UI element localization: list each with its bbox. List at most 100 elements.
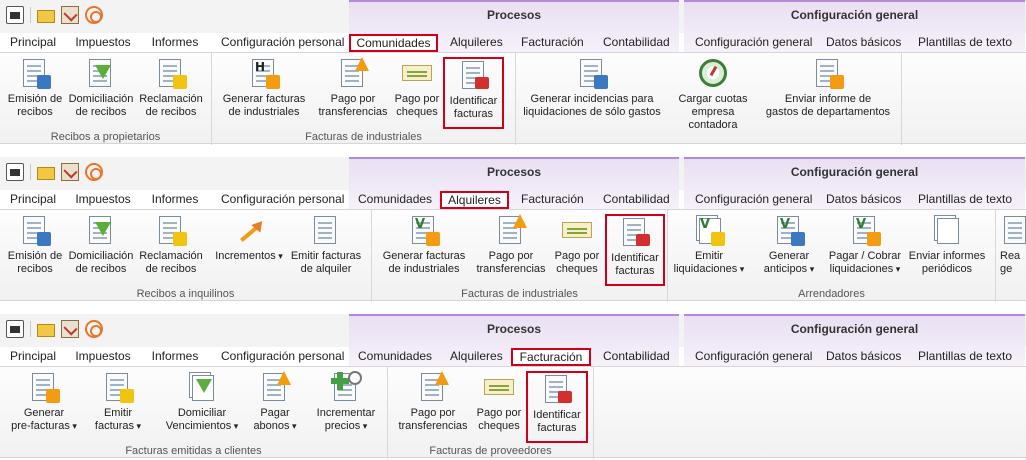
ribbon-body: Emisión de recibos Domiciliación de reci… (0, 209, 1026, 302)
tab-contabilidad[interactable]: Contabilidad (603, 348, 670, 366)
coins-document-icon: V (849, 214, 881, 246)
group-recibos-propietarios: Emisión de recibos Domiciliación de reci… (0, 53, 212, 145)
pre-invoice-icon (28, 371, 60, 403)
tab-datos-basicos[interactable]: Datos básicos (826, 348, 901, 366)
signal-icon[interactable] (85, 320, 103, 338)
tab-datos-basicos[interactable]: Datos básicos (826, 191, 901, 209)
toolbar-separator (30, 164, 31, 180)
tab-facturacion[interactable]: Facturación (511, 348, 591, 366)
tab-impuestos[interactable]: Impuestos (75, 34, 131, 52)
invoice-v-icon: V (408, 214, 440, 246)
emitir-facturas-button[interactable]: Emitir facturas (86, 371, 150, 433)
generar-facturas-industriales-button[interactable]: H Generar facturas de industriales (218, 57, 310, 119)
calendar-icon[interactable] (6, 6, 24, 24)
tab-alquileres[interactable]: Alquileres (450, 34, 503, 52)
signal-icon[interactable] (85, 163, 103, 181)
tab-facturacion[interactable]: Facturación (521, 34, 584, 52)
ribbon-comunidades: Procesos Configuración general Principal… (0, 0, 1026, 150)
tab-contabilidad[interactable]: Contabilidad (603, 191, 670, 209)
pagar-cobrar-liquidaciones-button[interactable]: V Pagar / Cobrar liquidaciones (826, 214, 904, 276)
mail-icon[interactable] (37, 323, 55, 337)
tab-informes[interactable]: Informes (151, 191, 199, 209)
generar-facturas-industriales-button[interactable]: V Generar facturas de industriales (378, 214, 470, 276)
pago-transferencias-button[interactable]: Pago por transferencias (316, 57, 390, 119)
context-group-title: Procesos (486, 322, 542, 336)
tab-plantillas-de-texto[interactable]: Plantillas de texto (918, 191, 1012, 209)
group-facturas-industriales: V Generar facturas de industriales Pago … (372, 210, 668, 302)
enviar-informe-gastos-button[interactable]: Enviar informe de gastos de departamento… (764, 57, 892, 119)
tab-comunidades[interactable]: Comunidades (349, 34, 438, 52)
incrementar-precios-button[interactable]: Incrementar precios (310, 371, 382, 433)
emision-recibos-button[interactable]: Emisión de recibos (4, 57, 66, 119)
cheque-icon (401, 57, 433, 89)
tab-principal[interactable]: Principal (10, 191, 56, 209)
tab-informes[interactable]: Informes (151, 34, 199, 52)
domiciliacion-recibos-button[interactable]: Domiciliación de recibos (68, 214, 134, 276)
tab-impuestos[interactable]: Impuestos (75, 348, 131, 366)
tab-impuestos[interactable]: Impuestos (75, 191, 131, 209)
identificar-facturas-button[interactable]: Identificar facturas (526, 371, 588, 443)
tab-plantillas-de-texto[interactable]: Plantillas de texto (918, 34, 1012, 52)
tab-comunidades[interactable]: Comunidades (358, 348, 432, 366)
tab-configuracion-personal[interactable]: Configuración personal (221, 34, 344, 52)
reclamacion-recibos-button[interactable]: Reclamación de recibos (138, 57, 204, 119)
pago-cheques-button[interactable]: Pago por cheques (392, 57, 442, 119)
download-document-icon (85, 214, 117, 246)
receipt-printer-icon (19, 57, 51, 89)
tab-configuracion-general[interactable]: Configuración general (695, 348, 812, 366)
liquidation-stack-icon: V (693, 214, 725, 246)
toolbar-separator (30, 7, 31, 23)
calendar-icon[interactable] (6, 163, 24, 181)
transfer-upload-icon (417, 371, 449, 403)
clipboard-check-icon[interactable] (61, 6, 79, 24)
clipboard-check-icon[interactable] (61, 320, 79, 338)
increase-arrow-icon (233, 214, 265, 246)
incrementos-button[interactable]: Incrementos (214, 214, 284, 263)
calendar-icon[interactable] (6, 320, 24, 338)
tab-informes[interactable]: Informes (151, 348, 199, 366)
group-label: Facturas de proveedores (429, 445, 552, 457)
pago-cheques-button[interactable]: Pago por cheques (552, 214, 602, 276)
emitir-liquidaciones-button[interactable]: V Emitir liquidaciones (672, 214, 746, 276)
clipboard-check-icon[interactable] (61, 163, 79, 181)
cargar-cuotas-button[interactable]: Cargar cuotas empresa contadora (670, 57, 756, 132)
tab-facturacion[interactable]: Facturación (521, 191, 584, 209)
tab-comunidades[interactable]: Comunidades (358, 191, 432, 209)
tab-principal[interactable]: Principal (10, 348, 56, 366)
ribbon-body: Emisión de recibos Domiciliación de reci… (0, 52, 1026, 145)
generar-pre-facturas-button[interactable]: Generar pre-facturas (6, 371, 82, 433)
signal-icon[interactable] (85, 6, 103, 24)
group-label: Recibos a inquilinos (136, 288, 235, 300)
tab-plantillas-de-texto[interactable]: Plantillas de texto (918, 348, 1012, 366)
mail-icon[interactable] (37, 166, 55, 180)
pago-transferencias-button[interactable]: Pago por transferencias (474, 214, 548, 276)
tab-configuracion-personal[interactable]: Configuración personal (221, 191, 344, 209)
domiciliacion-recibos-button[interactable]: Domiciliación de recibos (68, 57, 134, 119)
domiciliar-vencimientos-button[interactable]: Domiciliar Vencimientos (160, 371, 244, 433)
emitir-facturas-alquiler-button[interactable]: Emitir facturas de alquiler (286, 214, 366, 276)
emision-recibos-button[interactable]: Emisión de recibos (4, 214, 66, 276)
tab-configuracion-personal[interactable]: Configuración personal (221, 348, 344, 366)
group-arrendadores: V Emitir liquidaciones V Generar anticip… (668, 210, 996, 302)
pago-cheques-button[interactable]: Pago por cheques (474, 371, 524, 433)
tab-configuracion-general[interactable]: Configuración general (695, 191, 812, 209)
pago-transferencias-button[interactable]: Pago por transferencias (396, 371, 470, 433)
cheque-icon (483, 371, 515, 403)
tab-principal[interactable]: Principal (10, 34, 56, 52)
identificar-facturas-button[interactable]: Identificar facturas (605, 214, 665, 286)
tab-configuracion-general[interactable]: Configuración general (695, 34, 812, 52)
truncated-button[interactable]: Rea ge (1000, 214, 1026, 276)
enviar-informes-periodicos-button[interactable]: Enviar informes periódicos (908, 214, 986, 276)
group-facturas-clientes: Generar pre-facturas Emitir facturas Dom… (0, 367, 388, 459)
identificar-facturas-button[interactable]: Identificar facturas (443, 57, 504, 129)
generar-anticipos-button[interactable]: V Generar anticipos (756, 214, 822, 276)
tab-contabilidad[interactable]: Contabilidad (603, 34, 670, 52)
ribbon-body: Generar pre-facturas Emitir facturas Dom… (0, 366, 1026, 459)
tab-alquileres[interactable]: Alquileres (440, 191, 509, 209)
pagar-abonos-button[interactable]: Pagar abonos (246, 371, 304, 433)
tab-alquileres[interactable]: Alquileres (450, 348, 503, 366)
tab-datos-basicos[interactable]: Datos básicos (826, 34, 901, 52)
reclamacion-recibos-button[interactable]: Reclamación de recibos (138, 214, 204, 276)
generar-incidencias-button[interactable]: Generar incidencias para liquidaciones d… (520, 57, 664, 119)
mail-icon[interactable] (37, 9, 55, 23)
